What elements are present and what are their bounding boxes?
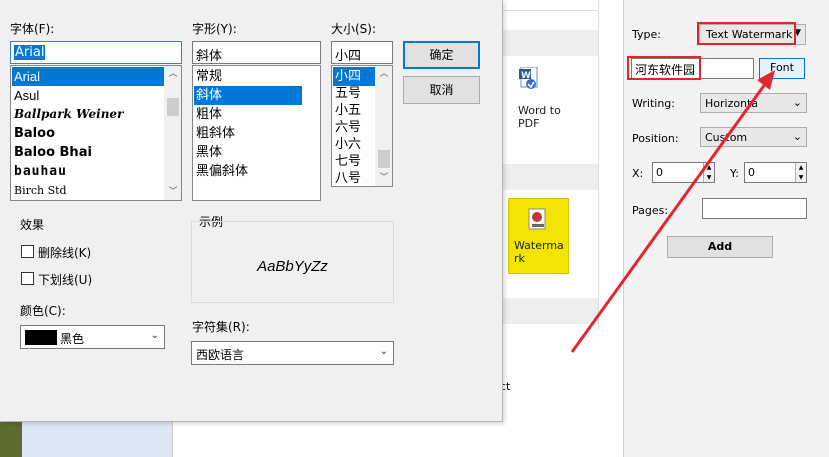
style-label: 字形(Y): [192, 22, 237, 36]
font-list-item[interactable]: Baloo [12, 124, 55, 143]
font-label: 字体(F): [10, 22, 55, 36]
cancel-button-label: 取消 [429, 83, 454, 97]
strikeout-label: 删除线(K) [38, 246, 92, 260]
size-label: 大小(S): [331, 22, 377, 36]
font-style-list[interactable]: 常规 斜体 粗体 粗斜体 黑体 黑偏斜体 [192, 65, 321, 201]
chevron-down-icon: ⌄ [379, 346, 388, 357]
font-list-scrollbar[interactable]: ︿ ﹀ [164, 66, 181, 200]
cancel-button[interactable]: 取消 [403, 76, 480, 104]
font-list-item[interactable]: bauhau [12, 162, 67, 181]
font-size-field[interactable]: 小四 [331, 41, 393, 64]
font-style-field[interactable]: 斜体 [192, 41, 321, 64]
font-list-item[interactable]: Ballpark Weiner [12, 105, 123, 124]
effects-label: 效果 [20, 218, 45, 232]
size-list-scrollbar[interactable]: ︿ ﹀ [375, 66, 392, 186]
font-list-item[interactable]: Baloo Bhai [12, 143, 92, 162]
font-list-item[interactable]: Arial [12, 67, 164, 86]
font-list[interactable]: Arial Asul Ballpark Weiner Baloo Baloo B… [10, 65, 182, 201]
font-dialog: 字体(F): Arial Arial Asul Ballpark Weiner … [0, 0, 503, 422]
chevron-down-icon[interactable]: ﹀ [376, 170, 392, 186]
font-size-value: 小四 [335, 49, 362, 64]
color-select-value: 黑色 [60, 332, 85, 346]
chevron-down-icon[interactable]: ﹀ [165, 184, 181, 200]
font-list-item[interactable]: Birch Std [12, 181, 67, 200]
ok-button-label: 确定 [429, 48, 454, 62]
chevron-up-icon[interactable]: ︿ [376, 66, 392, 82]
style-list-item[interactable]: 常规 [194, 67, 222, 86]
style-list-item[interactable]: 粗体 [194, 105, 222, 124]
sample-preview: AaBbYyZz [191, 221, 394, 303]
font-size-list[interactable]: 小四 五号 小五 六号 小六 七号 八号 ︿ ﹀ [331, 65, 393, 187]
font-style-value: 斜体 [196, 49, 223, 64]
font-name-field[interactable]: Arial [10, 41, 182, 64]
strikeout-checkbox[interactable] [21, 245, 34, 258]
scrollbar-thumb[interactable] [167, 98, 179, 116]
color-swatch [25, 330, 57, 345]
charset-select-value: 西欧语言 [196, 348, 245, 362]
size-list-item[interactable]: 八号 [333, 169, 361, 186]
color-label: 颜色(C): [20, 304, 66, 318]
style-list-item[interactable]: 黑偏斜体 [194, 162, 248, 181]
chevron-up-icon[interactable]: ︿ [165, 66, 181, 82]
style-list-item[interactable]: 黑体 [194, 143, 222, 162]
font-name-value: Arial [14, 45, 46, 60]
underline-label: 下划线(U) [38, 273, 93, 287]
ok-button[interactable]: 确定 [403, 41, 480, 69]
font-list-item[interactable]: Asul [12, 86, 39, 105]
chevron-down-icon: ⌄ [150, 330, 159, 341]
style-list-item[interactable]: 斜体 [194, 86, 302, 105]
scrollbar-thumb[interactable] [378, 150, 390, 168]
sample-text: AaBbYyZz [257, 258, 328, 275]
color-select[interactable]: 黑色 ⌄ [20, 325, 165, 349]
style-list-item[interactable]: 粗斜体 [194, 124, 235, 143]
charset-label: 字符集(R): [192, 320, 250, 334]
charset-select[interactable]: 西欧语言 ⌄ [191, 341, 394, 365]
underline-checkbox[interactable] [21, 272, 34, 285]
